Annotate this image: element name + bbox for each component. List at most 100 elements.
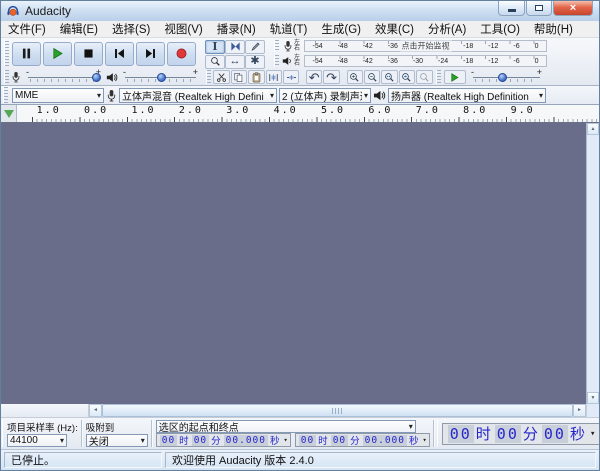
recording-volume-slider[interactable]: - +	[24, 70, 103, 84]
minimize-icon	[508, 9, 516, 12]
toolbar-grip[interactable]	[274, 40, 279, 52]
menu-item[interactable]: 帮助(H)	[527, 20, 580, 38]
toolbar-grip[interactable]	[4, 41, 9, 66]
trim-audio-button[interactable]	[266, 70, 282, 84]
selection-mode-select[interactable]: 选区的起点和终点 ▾	[156, 420, 416, 433]
menu-item[interactable]: 编辑(E)	[53, 20, 105, 38]
monitor-hint[interactable]: 点击开始监视	[400, 41, 452, 52]
meter-scale-label: -54	[312, 58, 322, 66]
timeline-ruler[interactable]: 1.00.01.02.03.04.05.06.07.08.09.0	[1, 105, 599, 123]
toolbar-grip[interactable]	[274, 55, 279, 67]
meter-scale-label: -42	[363, 43, 373, 51]
menu-item[interactable]: 生成(G)	[314, 20, 368, 38]
minimize-button[interactable]	[498, 1, 525, 16]
audio-position-field[interactable]: 00时00分00秒▾	[442, 423, 600, 445]
ruler-time-label: 2.0	[167, 105, 214, 116]
track-area[interactable]: ▲ ▼	[1, 123, 599, 404]
record-icon	[175, 47, 188, 60]
menu-item[interactable]: 视图(V)	[157, 20, 209, 38]
meter-scale-label: 0	[535, 58, 539, 66]
zoom-in-icon	[349, 72, 360, 83]
redo-button[interactable]: ↷	[323, 70, 339, 84]
title-bar[interactable]: Audacity ×	[1, 1, 599, 21]
selection-start-field[interactable]: 00时00分00.000秒▾	[156, 433, 291, 447]
toolbar-grip[interactable]	[206, 70, 211, 84]
vertical-scrollbar[interactable]: ▲ ▼	[586, 123, 599, 404]
menu-item[interactable]: 工具(O)	[473, 20, 527, 38]
toolbar-grip[interactable]	[437, 420, 438, 447]
scroll-left-button[interactable]: ◄	[89, 404, 102, 417]
silence-audio-button[interactable]	[283, 70, 299, 84]
undo-button[interactable]: ↶	[306, 70, 322, 84]
playback-meter-toolbar[interactable]: 左右 -54-48-42-36-30-24-18-12-60	[273, 54, 547, 68]
meter-scale-label: -36	[388, 58, 398, 66]
slider-thumb[interactable]	[92, 73, 101, 82]
zoom-to-selection-icon	[384, 72, 395, 83]
horizontal-scroll-thumb[interactable]	[102, 404, 573, 417]
zoom-in-button[interactable]	[347, 70, 363, 84]
multi-tool-button[interactable]: ✱	[245, 55, 265, 69]
playback-device-select[interactable]: 扬声器 (Realtek High Definition ▾	[388, 88, 546, 103]
menu-item[interactable]: 分析(A)	[421, 20, 473, 38]
menu-item[interactable]: 播录(N)	[210, 20, 263, 38]
snap-to-select[interactable]: 关闭 ▾	[86, 434, 148, 447]
microphone-icon	[11, 71, 21, 83]
timeshift-tool-button[interactable]: ↔	[225, 55, 245, 69]
close-button[interactable]: ×	[553, 1, 593, 16]
timeline-options[interactable]	[1, 105, 17, 122]
play-at-speed-button[interactable]	[444, 70, 466, 84]
meter-channel-labels: 左右	[294, 40, 304, 52]
zoom-out-button[interactable]	[364, 70, 380, 84]
horizontal-scrollbar[interactable]: ◄ ►	[89, 404, 586, 417]
stop-button[interactable]	[74, 42, 103, 66]
scroll-right-button[interactable]: ►	[573, 404, 586, 417]
record-button[interactable]	[167, 42, 196, 66]
ruler-time-label: 7.0	[404, 105, 451, 116]
scroll-down-button[interactable]: ▼	[587, 392, 599, 404]
menu-item[interactable]: 效果(C)	[368, 20, 421, 38]
project-rate-select[interactable]: 44100 ▾	[7, 434, 67, 447]
menu-item[interactable]: 文件(F)	[1, 20, 53, 38]
playback-meter-scale[interactable]: -54-48-42-36-30-24-18-12-60	[304, 55, 547, 67]
recording-meter-toolbar[interactable]: 左右 -54-48-42-36-30-24-18-12-60 点击开始监视	[273, 39, 547, 53]
playback-speed-slider[interactable]: - +	[469, 70, 544, 84]
envelope-tool-button[interactable]	[225, 40, 245, 54]
cut-button[interactable]	[213, 70, 229, 84]
playback-volume-slider[interactable]: - +	[121, 70, 200, 84]
toolbar-grip[interactable]	[4, 70, 9, 84]
scroll-up-button[interactable]: ▲	[587, 123, 599, 135]
menu-item[interactable]: 轨道(T)	[263, 20, 315, 38]
zoom-toggle-button[interactable]	[416, 70, 432, 84]
slider-thumb[interactable]	[498, 73, 507, 82]
meter-scale-label: -24	[438, 58, 448, 66]
slider-thumb[interactable]	[157, 73, 166, 82]
recording-device-select[interactable]: 立体声混音 (Realtek High Defini ▾	[119, 88, 277, 103]
copy-button[interactable]	[231, 70, 247, 84]
toolbar-grip[interactable]	[3, 87, 8, 103]
menu-item[interactable]: 选择(S)	[105, 20, 157, 38]
maximize-button[interactable]	[526, 1, 552, 16]
selection-tool-button[interactable]: I	[205, 40, 225, 54]
pause-icon	[20, 47, 33, 60]
audio-host-select[interactable]: MME ▾	[12, 88, 104, 103]
skip-to-start-button[interactable]	[105, 42, 134, 66]
selection-end-field[interactable]: 00时00分00.000秒▾	[295, 433, 430, 447]
undo-icon: ↶	[309, 72, 320, 83]
tools-toolbar: I ↔ ✱	[205, 39, 273, 69]
recording-channels-select[interactable]: 2 (立体声) 录制声道 ▾	[279, 88, 371, 103]
toolbar-grip[interactable]	[2, 420, 3, 447]
toolbar-grip[interactable]	[436, 70, 441, 84]
recording-device-value: 立体声混音 (Realtek High Defini	[122, 88, 268, 103]
chevron-down-icon: ▾	[97, 91, 101, 100]
play-button[interactable]	[43, 42, 72, 66]
recording-meter-scale[interactable]: -54-48-42-36-30-24-18-12-60 点击开始监视	[304, 40, 547, 52]
fit-project-button[interactable]	[399, 70, 415, 84]
paste-button[interactable]	[248, 70, 264, 84]
draw-tool-button[interactable]	[245, 40, 265, 54]
skip-to-end-button[interactable]	[136, 42, 165, 66]
meter-scale-label: -6	[513, 58, 519, 66]
pause-button[interactable]	[12, 42, 41, 66]
zoom-to-selection-button[interactable]	[381, 70, 397, 84]
audio-host-value: MME	[15, 90, 95, 101]
zoom-tool-button[interactable]	[205, 55, 225, 69]
